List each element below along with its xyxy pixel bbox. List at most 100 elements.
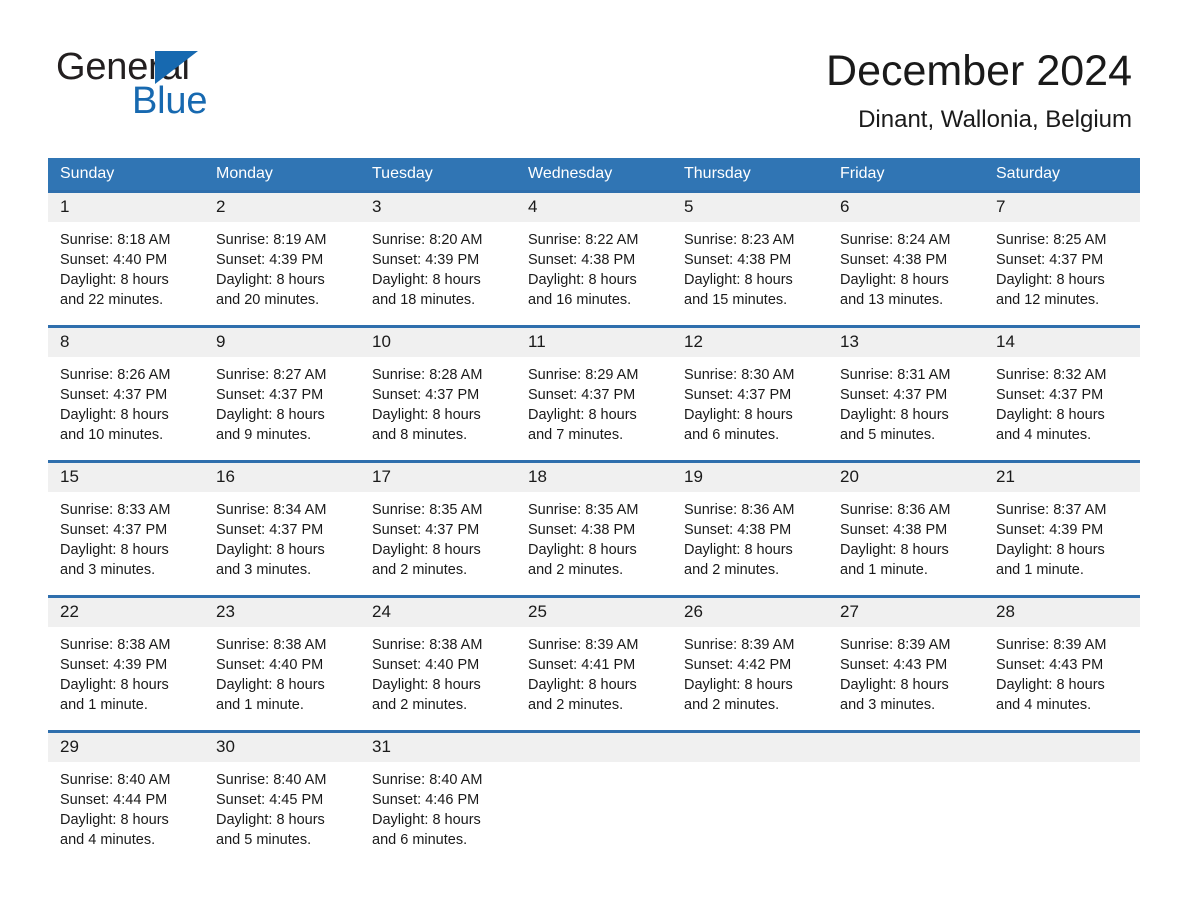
day-cell-content: 26 Sunrise: 8:39 AM Sunset: 4:42 PM Dayligh… xyxy=(672,598,828,730)
day-cell-content xyxy=(516,733,672,865)
day-cell-content xyxy=(828,733,984,865)
calendar-day-cell[interactable]: 16 Sunrise: 8:34 AM Sunset: 4:37 PM Dayligh… xyxy=(204,460,360,597)
day-cell-content: 20 Sunrise: 8:36 AM Sunset: 4:38 PM Dayligh… xyxy=(828,463,984,595)
sunset-text: Sunset: 4:37 PM xyxy=(60,387,168,403)
sunset-text: Sunset: 4:44 PM xyxy=(60,792,168,808)
day-details: Sunrise: 8:20 AM Sunset: 4:39 PM Daylight:… xyxy=(360,222,516,310)
sunrise-text: Sunrise: 8:40 AM xyxy=(372,772,483,788)
daylight-text-line1: Daylight: 8 hours xyxy=(996,272,1105,288)
day-cell-content: 19 Sunrise: 8:36 AM Sunset: 4:38 PM Dayligh… xyxy=(672,463,828,595)
calendar-day-cell[interactable]: 3 Sunrise: 8:20 AM Sunset: 4:39 PM Daylight… xyxy=(360,190,516,327)
day-details: Sunrise: 8:36 AM Sunset: 4:38 PM Daylight:… xyxy=(672,492,828,580)
daylight-text-line1: Daylight: 8 hours xyxy=(216,407,325,423)
calendar-day-cell[interactable]: 10 Sunrise: 8:28 AM Sunset: 4:37 PM Dayligh… xyxy=(360,325,516,462)
calendar-day-cell[interactable]: 4 Sunrise: 8:22 AM Sunset: 4:38 PM Daylight… xyxy=(516,190,672,327)
calendar-day-cell[interactable]: 25 Sunrise: 8:39 AM Sunset: 4:41 PM Dayligh… xyxy=(516,595,672,732)
calendar-day-cell[interactable]: 8 Sunrise: 8:26 AM Sunset: 4:37 PM Daylight… xyxy=(48,325,204,462)
sunrise-text: Sunrise: 8:39 AM xyxy=(996,637,1107,653)
page-subtitle: Dinant, Wallonia, Belgium xyxy=(858,106,1132,134)
calendar-day-cell[interactable]: 1 Sunrise: 8:18 AM Sunset: 4:40 PM Daylight… xyxy=(48,190,204,327)
calendar-day-cell[interactable]: 9 Sunrise: 8:27 AM Sunset: 4:37 PM Daylight… xyxy=(204,325,360,462)
day-details: Sunrise: 8:38 AM Sunset: 4:40 PM Daylight:… xyxy=(204,627,360,715)
calendar-day-cell[interactable]: 18 Sunrise: 8:35 AM Sunset: 4:38 PM Dayligh… xyxy=(516,460,672,597)
day-number: 2 xyxy=(204,193,360,222)
calendar-day-cell[interactable]: 14 Sunrise: 8:32 AM Sunset: 4:37 PM Dayligh… xyxy=(984,325,1140,462)
day-details: Sunrise: 8:23 AM Sunset: 4:38 PM Daylight:… xyxy=(672,222,828,310)
sunset-text: Sunset: 4:38 PM xyxy=(840,252,948,268)
sunset-text: Sunset: 4:37 PM xyxy=(996,252,1104,268)
day-details: Sunrise: 8:28 AM Sunset: 4:37 PM Daylight:… xyxy=(360,357,516,445)
daylight-text-line2: and 7 minutes. xyxy=(528,427,624,443)
calendar-body: 1 Sunrise: 8:18 AM Sunset: 4:40 PM Daylight… xyxy=(48,190,1140,865)
day-number: 23 xyxy=(204,598,360,627)
day-cell-content: 14 Sunrise: 8:32 AM Sunset: 4:37 PM Dayligh… xyxy=(984,328,1140,460)
day-number: 15 xyxy=(48,463,204,492)
sunrise-text: Sunrise: 8:36 AM xyxy=(840,502,951,518)
calendar-empty-cell xyxy=(984,730,1140,865)
daylight-text-line2: and 15 minutes. xyxy=(684,292,788,308)
sunset-text: Sunset: 4:40 PM xyxy=(216,657,324,673)
day-cell-content: 12 Sunrise: 8:30 AM Sunset: 4:37 PM Dayligh… xyxy=(672,328,828,460)
calendar-day-cell[interactable]: 28 Sunrise: 8:39 AM Sunset: 4:43 PM Dayligh… xyxy=(984,595,1140,732)
calendar-day-cell[interactable]: 26 Sunrise: 8:39 AM Sunset: 4:42 PM Dayligh… xyxy=(672,595,828,732)
sunrise-text: Sunrise: 8:20 AM xyxy=(372,232,483,248)
calendar-empty-cell xyxy=(516,730,672,865)
daylight-text-line2: and 5 minutes. xyxy=(840,427,936,443)
daylight-text-line2: and 4 minutes. xyxy=(996,697,1092,713)
day-cell-content: 17 Sunrise: 8:35 AM Sunset: 4:37 PM Dayligh… xyxy=(360,463,516,595)
day-cell-content: 30 Sunrise: 8:40 AM Sunset: 4:45 PM Dayligh… xyxy=(204,733,360,865)
sunrise-text: Sunrise: 8:40 AM xyxy=(216,772,327,788)
day-cell-content: 24 Sunrise: 8:38 AM Sunset: 4:40 PM Dayligh… xyxy=(360,598,516,730)
sunrise-text: Sunrise: 8:38 AM xyxy=(372,637,483,653)
day-number: 24 xyxy=(360,598,516,627)
daylight-text-line2: and 2 minutes. xyxy=(684,697,780,713)
generalblue-logo[interactable]: General Blue xyxy=(56,48,336,120)
calendar-day-cell[interactable]: 22 Sunrise: 8:38 AM Sunset: 4:39 PM Dayligh… xyxy=(48,595,204,732)
daylight-text-line2: and 1 minute. xyxy=(840,562,928,578)
day-details xyxy=(672,762,828,770)
calendar-day-cell[interactable]: 15 Sunrise: 8:33 AM Sunset: 4:37 PM Dayligh… xyxy=(48,460,204,597)
daylight-text-line2: and 4 minutes. xyxy=(996,427,1092,443)
calendar-day-cell[interactable]: 21 Sunrise: 8:37 AM Sunset: 4:39 PM Dayligh… xyxy=(984,460,1140,597)
day-number xyxy=(672,733,828,762)
calendar-day-cell[interactable]: 5 Sunrise: 8:23 AM Sunset: 4:38 PM Daylight… xyxy=(672,190,828,327)
day-details: Sunrise: 8:38 AM Sunset: 4:39 PM Daylight:… xyxy=(48,627,204,715)
daylight-text-line2: and 9 minutes. xyxy=(216,427,312,443)
calendar-day-cell[interactable]: 11 Sunrise: 8:29 AM Sunset: 4:37 PM Dayligh… xyxy=(516,325,672,462)
calendar-day-cell[interactable]: 24 Sunrise: 8:38 AM Sunset: 4:40 PM Dayligh… xyxy=(360,595,516,732)
calendar-day-cell[interactable]: 30 Sunrise: 8:40 AM Sunset: 4:45 PM Dayligh… xyxy=(204,730,360,865)
sunrise-text: Sunrise: 8:34 AM xyxy=(216,502,327,518)
day-details: Sunrise: 8:19 AM Sunset: 4:39 PM Daylight:… xyxy=(204,222,360,310)
day-cell-content: 8 Sunrise: 8:26 AM Sunset: 4:37 PM Daylight… xyxy=(48,328,204,460)
day-number: 18 xyxy=(516,463,672,492)
daylight-text-line1: Daylight: 8 hours xyxy=(372,272,481,288)
calendar-day-cell[interactable]: 12 Sunrise: 8:30 AM Sunset: 4:37 PM Dayligh… xyxy=(672,325,828,462)
calendar-day-cell[interactable]: 19 Sunrise: 8:36 AM Sunset: 4:38 PM Dayligh… xyxy=(672,460,828,597)
weekday-header-wednesday: Wednesday xyxy=(516,158,672,192)
calendar-day-cell[interactable]: 6 Sunrise: 8:24 AM Sunset: 4:38 PM Daylight… xyxy=(828,190,984,327)
calendar-day-cell[interactable]: 13 Sunrise: 8:31 AM Sunset: 4:37 PM Dayligh… xyxy=(828,325,984,462)
day-details xyxy=(828,762,984,770)
calendar-day-cell[interactable]: 7 Sunrise: 8:25 AM Sunset: 4:37 PM Daylight… xyxy=(984,190,1140,327)
daylight-text-line1: Daylight: 8 hours xyxy=(528,677,637,693)
calendar-day-cell[interactable]: 29 Sunrise: 8:40 AM Sunset: 4:44 PM Dayligh… xyxy=(48,730,204,865)
sunset-text: Sunset: 4:37 PM xyxy=(372,387,480,403)
daylight-text-line1: Daylight: 8 hours xyxy=(684,272,793,288)
calendar-day-cell[interactable]: 2 Sunrise: 8:19 AM Sunset: 4:39 PM Daylight… xyxy=(204,190,360,327)
calendar-week-row: 1 Sunrise: 8:18 AM Sunset: 4:40 PM Daylight… xyxy=(48,190,1140,327)
day-cell-content: 25 Sunrise: 8:39 AM Sunset: 4:41 PM Dayligh… xyxy=(516,598,672,730)
calendar-day-cell[interactable]: 17 Sunrise: 8:35 AM Sunset: 4:37 PM Dayligh… xyxy=(360,460,516,597)
daylight-text-line2: and 13 minutes. xyxy=(840,292,944,308)
calendar-day-cell[interactable]: 23 Sunrise: 8:38 AM Sunset: 4:40 PM Dayligh… xyxy=(204,595,360,732)
sunset-text: Sunset: 4:38 PM xyxy=(684,252,792,268)
day-details: Sunrise: 8:24 AM Sunset: 4:38 PM Daylight:… xyxy=(828,222,984,310)
daylight-text-line2: and 3 minutes. xyxy=(216,562,312,578)
calendar-day-cell[interactable]: 31 Sunrise: 8:40 AM Sunset: 4:46 PM Dayligh… xyxy=(360,730,516,865)
day-number: 4 xyxy=(516,193,672,222)
sunrise-text: Sunrise: 8:33 AM xyxy=(60,502,171,518)
day-details: Sunrise: 8:40 AM Sunset: 4:44 PM Daylight:… xyxy=(48,762,204,850)
calendar-day-cell[interactable]: 20 Sunrise: 8:36 AM Sunset: 4:38 PM Dayligh… xyxy=(828,460,984,597)
calendar-day-cell[interactable]: 27 Sunrise: 8:39 AM Sunset: 4:43 PM Dayligh… xyxy=(828,595,984,732)
sunrise-text: Sunrise: 8:24 AM xyxy=(840,232,951,248)
day-details: Sunrise: 8:29 AM Sunset: 4:37 PM Daylight:… xyxy=(516,357,672,445)
